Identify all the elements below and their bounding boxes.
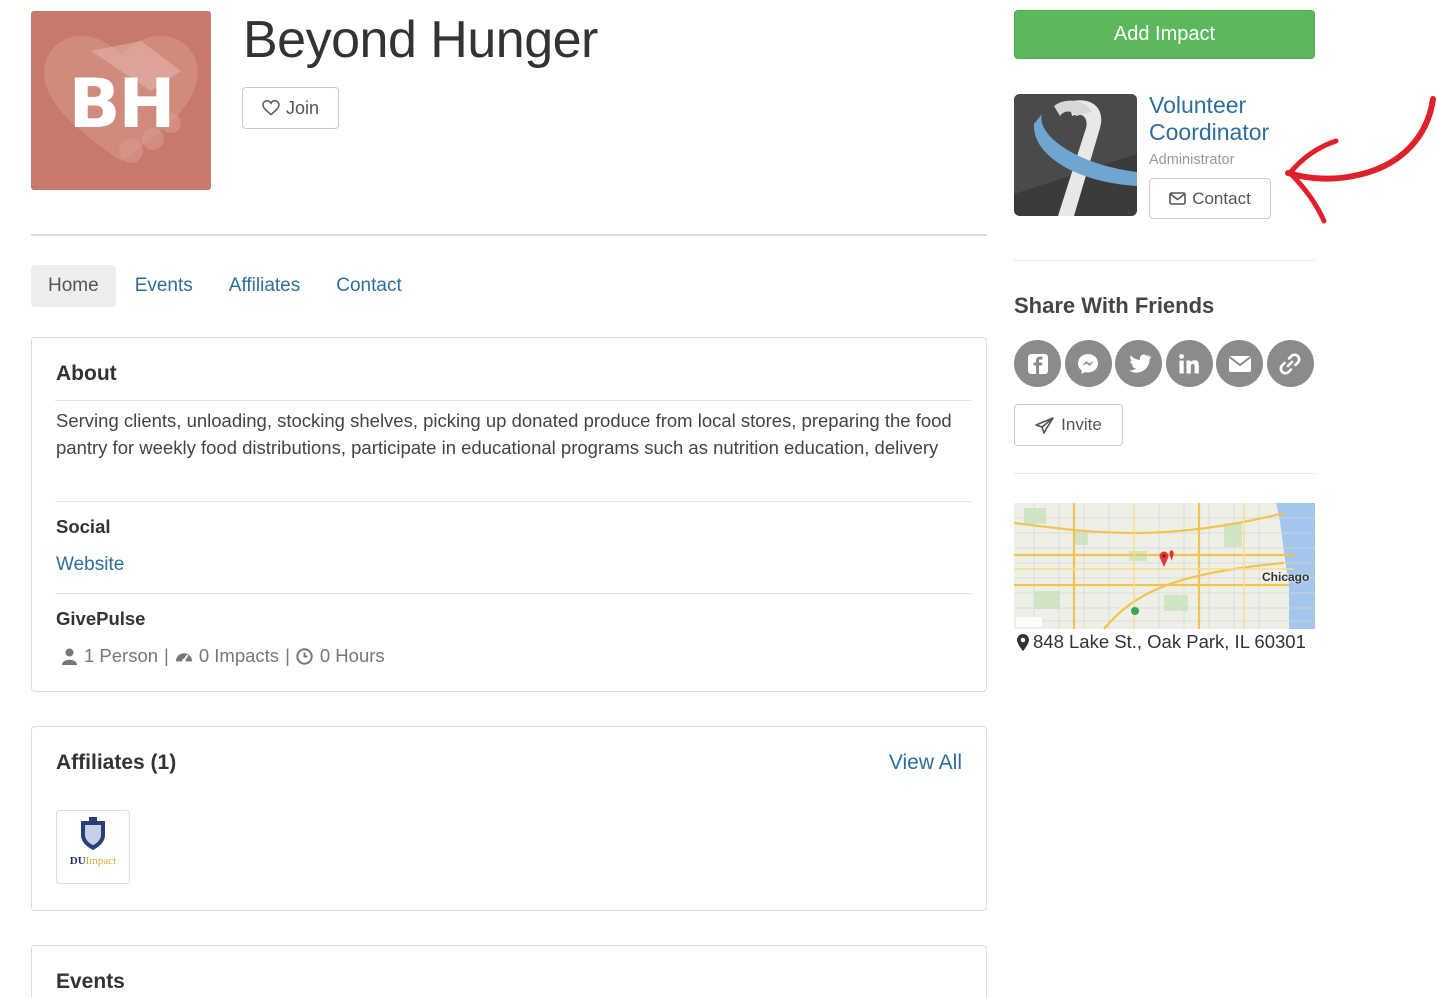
givepulse-divider [55,593,971,594]
page-tabs: Home Events Affiliates Contact [31,265,421,307]
about-divider [55,400,971,401]
about-panel: About Serving clients, unloading, stocki… [31,337,987,692]
twitter-share-button[interactable] [1115,340,1163,387]
sidebar-divider [1014,473,1315,474]
linkedin-icon [1179,353,1200,373]
coordinator-role: Administrator [1149,152,1235,168]
coordinator-avatar[interactable] [1014,94,1137,216]
affiliate-logo-du-impact[interactable]: DUImpact [56,810,130,884]
map-marker-icon [1017,633,1029,651]
persons-count: 1 Person [84,645,159,666]
invite-button[interactable]: Invite [1014,404,1123,446]
contact-coordinator-button[interactable]: Contact [1149,178,1271,219]
user-icon [60,647,78,665]
red-arrow-annotation [1285,96,1436,224]
affiliates-panel: Affiliates (1) View All DUImpact [31,726,987,911]
address: 848 Lake St., Oak Park, IL 60301 [1017,631,1306,653]
sidebar-divider [1014,260,1315,261]
givepulse-stats: 1 Person | 0 Impacts | 0 Hours [60,645,385,667]
about-heading: About [56,362,117,385]
university-crest-icon [81,817,105,850]
tab-events[interactable]: Events [118,265,210,307]
stats-divider: | [164,645,169,666]
twitter-icon [1128,354,1151,373]
view-all-affiliates-link[interactable]: View All [889,751,962,775]
dashboard-icon [175,647,193,665]
facebook-share-button[interactable] [1014,340,1061,387]
messenger-icon [1078,353,1099,374]
awareness-ribbon-icon [1014,94,1137,216]
header-divider [31,234,987,236]
address-text: 848 Lake St., Oak Park, IL 60301 [1033,631,1306,652]
affiliate-logo-text: DUImpact [69,855,117,867]
givepulse-heading: GivePulse [56,608,146,629]
tab-home[interactable]: Home [31,265,116,307]
paper-plane-icon [1035,416,1054,434]
location-map[interactable]: Chicago [1014,503,1315,629]
join-button[interactable]: Join [242,87,339,129]
events-panel: Events [31,945,987,997]
hours-count: 0 Hours [319,645,385,666]
tab-contact[interactable]: Contact [319,265,418,307]
website-link[interactable]: Website [56,554,124,576]
map-city-label: Chicago [1262,570,1310,584]
share-buttons [1014,340,1314,387]
events-heading: Events [56,970,125,993]
social-divider [55,501,971,502]
add-impact-button[interactable]: Add Impact [1014,10,1315,59]
page-title: Beyond Hunger [243,11,598,69]
org-logo-initials: BH [68,65,176,144]
invite-button-label: Invite [1061,415,1102,434]
email-share-button[interactable] [1216,340,1264,387]
stats-divider: | [285,645,290,666]
email-icon [1228,355,1251,372]
share-heading: Share With Friends [1014,293,1215,318]
affiliates-heading: Affiliates (1) [56,751,177,774]
heart-icon [262,100,280,116]
linkedin-share-button[interactable] [1165,340,1213,387]
join-button-label: Join [285,97,320,118]
envelope-icon [1169,192,1187,205]
clock-icon [296,647,314,665]
contact-button-label: Contact [1192,188,1251,208]
link-icon [1280,352,1301,375]
facebook-icon [1027,353,1048,374]
org-logo: BH [31,11,211,190]
tab-affiliates[interactable]: Affiliates [212,265,317,307]
about-description: Serving clients, unloading, stocking she… [56,410,952,458]
copy-link-share-button[interactable] [1266,340,1314,387]
social-heading: Social [56,516,111,537]
messenger-share-button[interactable] [1064,340,1112,387]
impacts-count: 0 Impacts [198,645,280,666]
